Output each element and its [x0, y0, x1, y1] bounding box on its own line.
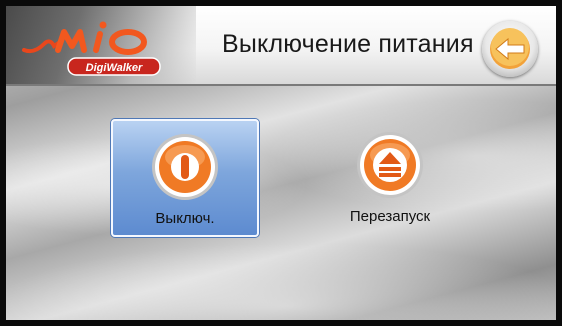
power-icon — [152, 134, 218, 200]
svg-text:DigiWalker: DigiWalker — [86, 62, 143, 74]
arrow-left-icon — [490, 28, 530, 69]
restart-button[interactable]: Перезапуск — [318, 119, 462, 233]
mio-logo: DigiWalker — [22, 21, 161, 76]
power-screen: DigiWalker Выключение питания Выключ. Пе… — [6, 6, 556, 320]
header-divider — [6, 84, 556, 86]
eject-icon — [357, 132, 423, 198]
shutdown-label: Выключ. — [155, 210, 215, 227]
restart-label: Перезапуск — [349, 208, 431, 225]
page-title: Выключение питания — [222, 30, 474, 58]
shutdown-button[interactable]: Выключ. — [111, 119, 259, 237]
back-button[interactable] — [482, 21, 538, 77]
header-bar: DigiWalker Выключение питания — [6, 6, 556, 84]
